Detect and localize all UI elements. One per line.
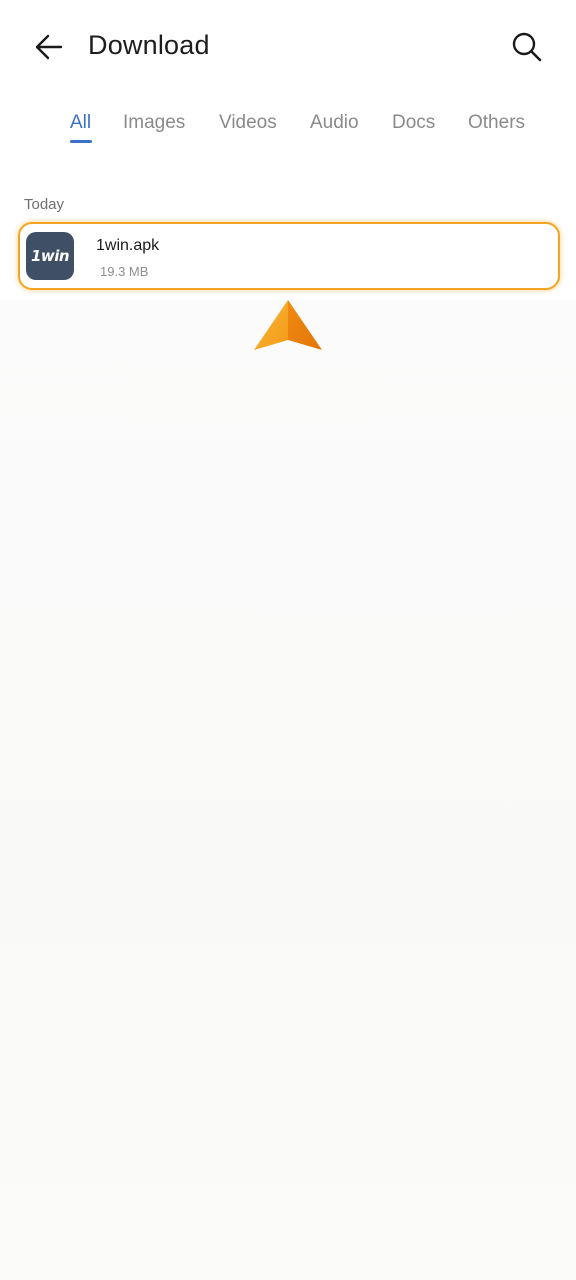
search-button[interactable]: [506, 26, 548, 68]
tab-audio[interactable]: Audio: [310, 112, 359, 134]
page-title: Download: [88, 30, 210, 60]
app-icon-text: 1win: [30, 247, 70, 265]
pointer-arrow-icon: [254, 300, 322, 350]
active-tab-indicator: [70, 140, 92, 143]
tab-docs[interactable]: Docs: [392, 112, 435, 134]
tab-images[interactable]: Images: [123, 112, 185, 134]
search-icon: [512, 32, 542, 62]
category-tabs: All Images Videos Audio Docs Others: [0, 108, 576, 150]
section-header-today: Today: [24, 196, 65, 213]
file-size: 19.3 MB: [100, 264, 149, 279]
apk-app-icon: 1win: [26, 232, 74, 280]
tab-all[interactable]: All: [70, 112, 91, 134]
file-name: 1win.apk: [96, 237, 160, 254]
file-list-item[interactable]: 1win 1win.apk 19.3 MB: [18, 222, 560, 290]
tab-videos[interactable]: Videos: [219, 112, 277, 134]
app-header: Download: [0, 0, 576, 96]
arrow-left-icon: [35, 34, 63, 60]
back-button[interactable]: [28, 26, 70, 68]
tab-others[interactable]: Others: [468, 112, 525, 134]
page-background: [0, 300, 576, 1280]
